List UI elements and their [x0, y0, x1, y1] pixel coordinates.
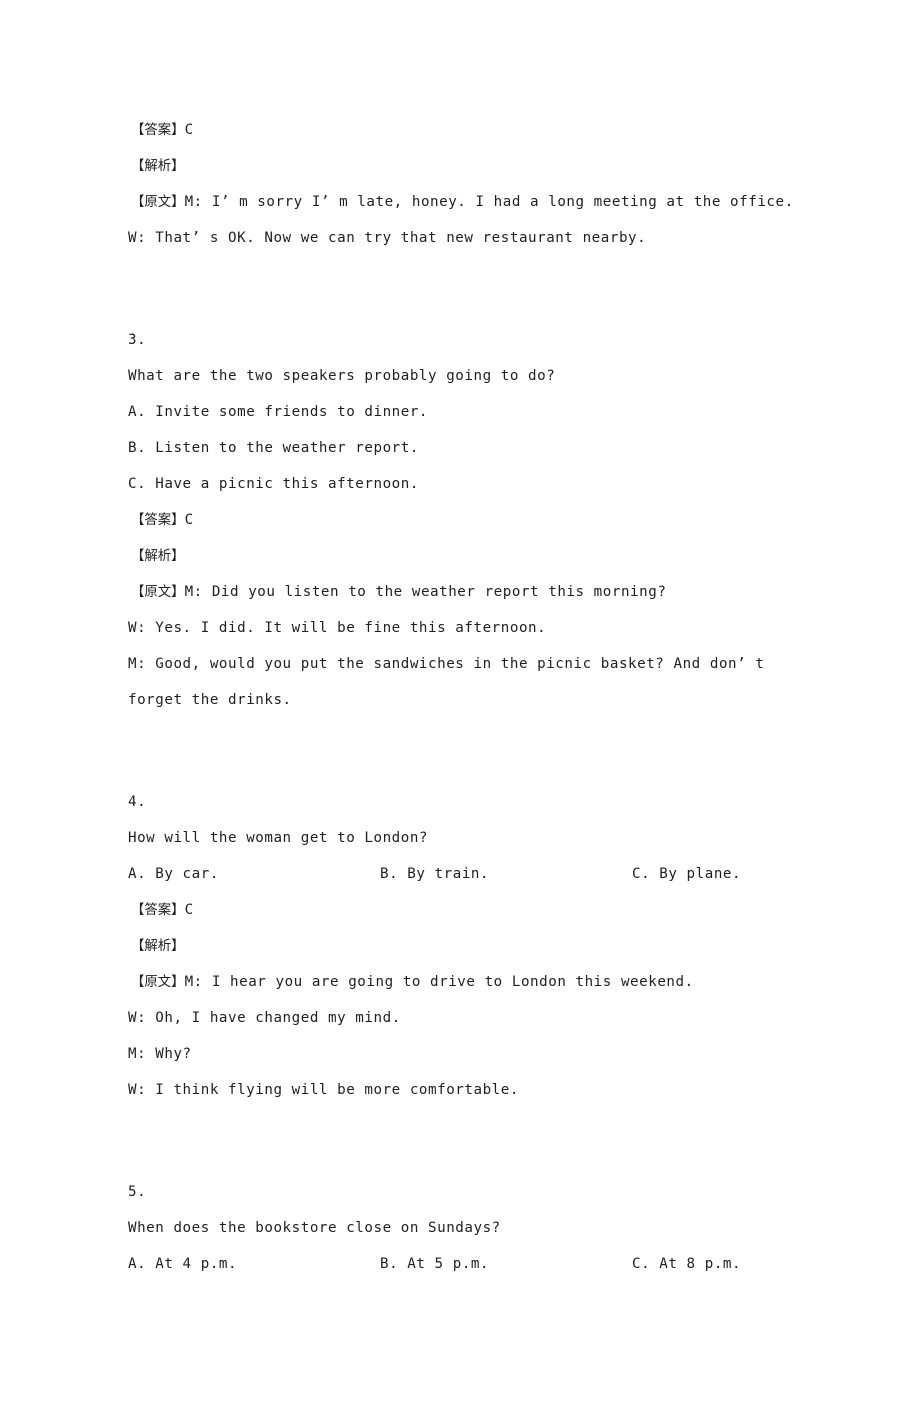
answer-label: 【答案】: [131, 123, 185, 138]
question-block-4: 4. How will the woman get to London? A. …: [128, 784, 800, 1108]
option-a[interactable]: A. By car.: [128, 856, 219, 892]
answer-line: 【答案】C: [128, 502, 800, 538]
transcript-text: M: I’ m sorry I’ m late, honey. I had a …: [184, 194, 794, 210]
question-number: 3.: [128, 332, 147, 348]
transcript-line: W: I think flying will be more comfortab…: [128, 1082, 519, 1098]
transcript-line: W: Oh, I have changed my mind.: [128, 1010, 401, 1026]
answer-line: 【答案】C: [128, 892, 800, 928]
option-row: A. By car. B. By train. C. By plane.: [128, 856, 800, 892]
answer-label: 【答案】: [131, 513, 185, 528]
option-b[interactable]: B. At 5 p.m.: [380, 1246, 489, 1282]
answer-value: C: [184, 122, 194, 138]
question-stem: When does the bookstore close on Sundays…: [128, 1220, 501, 1236]
transcript-line: 【原文】M: I hear you are going to drive to …: [128, 964, 800, 1000]
document-content: 【答案】C 【解析】 【原文】M: I’ m sorry I’ m late, …: [128, 112, 800, 1282]
question-block-3: 3. What are the two speakers probably go…: [128, 322, 800, 718]
option-row: A. At 4 p.m. B. At 5 p.m. C. At 8 p.m.: [128, 1246, 800, 1282]
analysis-line: 【解析】: [128, 538, 800, 574]
transcript-text: M: Did you listen to the weather report …: [184, 584, 667, 600]
transcript-line: 【原文】M: Did you listen to the weather rep…: [128, 574, 800, 610]
transcript-label: 【原文】: [131, 585, 185, 600]
option-b[interactable]: B. Listen to the weather report.: [128, 430, 800, 466]
analysis-label: 【解析】: [131, 549, 185, 564]
option-c[interactable]: C. At 8 p.m.: [632, 1246, 741, 1282]
transcript-line: W: That’ s OK. Now we can try that new r…: [128, 230, 647, 246]
question-stem: What are the two speakers probably going…: [128, 368, 556, 384]
answer-block-q2: 【答案】C 【解析】 【原文】M: I’ m sorry I’ m late, …: [128, 112, 800, 256]
option-b[interactable]: B. By train.: [380, 856, 489, 892]
document-page: 【答案】C 【解析】 【原文】M: I’ m sorry I’ m late, …: [0, 0, 920, 1302]
question-stem: How will the woman get to London?: [128, 830, 429, 846]
analysis-label: 【解析】: [131, 159, 185, 174]
transcript-text: M: I hear you are going to drive to Lond…: [184, 974, 694, 990]
transcript-line: W: Yes. I did. It will be fine this afte…: [128, 620, 547, 636]
option-c[interactable]: C. By plane.: [632, 856, 741, 892]
analysis-line: 【解析】: [128, 148, 800, 184]
transcript-label: 【原文】: [131, 195, 185, 210]
option-a[interactable]: A. Invite some friends to dinner.: [128, 394, 800, 430]
analysis-line: 【解析】: [128, 928, 800, 964]
transcript-line: M: Good, would you put the sandwiches in…: [128, 656, 765, 708]
answer-value: C: [184, 512, 194, 528]
answer-line: 【答案】C: [128, 112, 800, 148]
option-c[interactable]: C. Have a picnic this afternoon.: [128, 466, 800, 502]
transcript-line: M: Why?: [128, 1046, 192, 1062]
question-number: 5.: [128, 1184, 147, 1200]
option-a[interactable]: A. At 4 p.m.: [128, 1246, 237, 1282]
transcript-line: 【原文】M: I’ m sorry I’ m late, honey. I ha…: [128, 184, 800, 220]
question-block-5: 5. When does the bookstore close on Sund…: [128, 1174, 800, 1282]
question-number: 4.: [128, 794, 147, 810]
